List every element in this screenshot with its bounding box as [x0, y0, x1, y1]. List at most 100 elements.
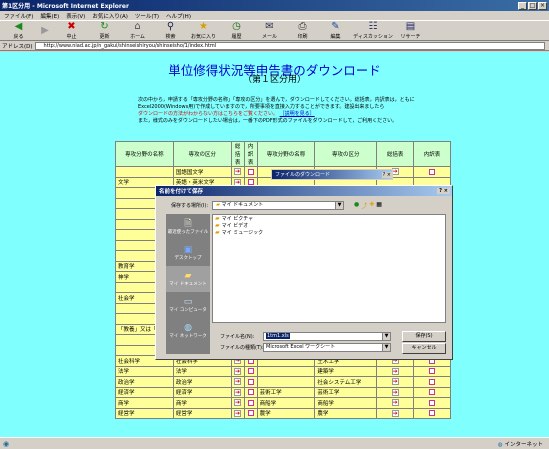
new-folder-icon[interactable]: ✚ [369, 201, 374, 210]
list-item[interactable]: ▰ マイ ビデオ [213, 222, 445, 229]
mail-button[interactable]: ✉ メール [254, 21, 285, 40]
menu-file[interactable]: ファイル(F) [4, 12, 33, 20]
place-my-network[interactable]: ◍ マイ ネットワーク [166, 318, 210, 344]
download-dialog-controls[interactable]: ? × [381, 171, 392, 178]
download-summary-icon[interactable]: ➔ [234, 388, 242, 396]
save-button[interactable]: 保存(S) [402, 331, 446, 342]
download-detail-icon[interactable] [247, 410, 254, 416]
forward-button[interactable]: ▶ [36, 25, 54, 37]
chevron-down-icon[interactable]: ▼ [382, 333, 390, 340]
print-button[interactable]: ⎙ 印刷 [287, 21, 318, 40]
download-detail-icon[interactable] [429, 399, 436, 406]
download-detail-icon[interactable] [429, 378, 436, 385]
filetype-select[interactable]: Microsoft Excel ワークシート ▼ [263, 343, 391, 352]
place-my-computer[interactable]: ▭ マイ コンピュータ [166, 292, 210, 318]
download-summary-icon[interactable]: ➔ [391, 409, 399, 417]
download-detail-icon[interactable] [429, 410, 436, 416]
maximize-button[interactable]: □ [528, 1, 537, 10]
home-button[interactable]: ⌂ ホーム [122, 21, 153, 40]
download-summary-icon[interactable]: ➔ [391, 399, 399, 407]
filetype-label: ファイルの種類(T): [220, 345, 264, 351]
zone-status: ◍ インターネット [497, 441, 543, 448]
folder-icon: ▰ [215, 215, 220, 222]
menu-bar: ファイル(F) 編集(E) 表示(V) お気に入り(A) ツール(T) ヘルプ(… [0, 11, 549, 20]
intro-text: 次の中から，申請する「専攻分野の名称」「専攻の区分」を選んで，ダウンロードしてく… [138, 97, 438, 125]
cancel-button[interactable]: キャンセル [402, 343, 446, 354]
desktop-icon: ▣ [183, 245, 193, 255]
menu-favorites[interactable]: お気に入り(A) [92, 12, 128, 20]
download-summary-icon[interactable]: ➔ [234, 378, 242, 386]
view-menu-icon[interactable]: ▦ [376, 201, 382, 210]
save-dialog-close[interactable]: ? × [437, 188, 450, 194]
edit-button[interactable]: ✎ 編集 [320, 21, 351, 40]
table-cell [243, 166, 258, 178]
table-cell [115, 166, 174, 178]
download-detail-icon[interactable] [247, 378, 254, 385]
place-desktop[interactable]: ▣ デスクトップ [166, 240, 210, 266]
intro-line-1: 次の中から，申請する「専攻分野の名称」「専攻の区分」を選んで，ダウンロードしてく… [138, 97, 415, 103]
history-button[interactable]: ◷ 履歴 [221, 21, 252, 40]
table-cell: 経済学 [115, 386, 174, 398]
folder-icon: ▰ [215, 222, 220, 229]
menu-edit[interactable]: 編集(E) [40, 12, 59, 20]
file-list[interactable]: ▰ マイ ピクチャ ▰ マイ ビデオ ▰ マイ ミュージック [212, 214, 446, 323]
address-input[interactable]: http://www.niad.ac.jp/n_gakui/shinseishi… [34, 41, 545, 50]
search-button[interactable]: ⚲ 検索 [155, 21, 186, 40]
location-select[interactable]: ▰ マイ ドキュメント ▼ [212, 201, 345, 210]
favorites-button[interactable]: ★ お気に入り [188, 21, 219, 40]
download-summary-icon[interactable]: ➔ [234, 367, 242, 375]
table-cell: 商船学 [256, 397, 316, 409]
menu-tools[interactable]: ツール(T) [135, 12, 159, 20]
download-summary-icon[interactable]: ➔ [391, 367, 399, 375]
download-summary-icon[interactable]: ➔ [234, 409, 242, 417]
download-detail-icon[interactable] [247, 399, 254, 406]
table-cell: 政治学 [172, 376, 232, 388]
download-summary-icon[interactable]: ➔ [234, 399, 242, 407]
col-header: 専攻分野の名称 [256, 141, 316, 167]
col-header: 専攻分野の名称 [115, 141, 174, 167]
research-button[interactable]: ▤ リサーチ [395, 21, 426, 40]
back-folder-icon[interactable]: ● [354, 201, 359, 210]
table-row: 法学 法学 ➔ 建築学 ➔ [115, 365, 451, 377]
stop-button[interactable]: ✖ 中止 [56, 21, 87, 40]
filename-input[interactable]: 1tm1.xls ▼ [263, 332, 391, 341]
minimize-button[interactable]: _ [518, 1, 527, 10]
table-cell: 経済学 [172, 386, 232, 398]
table-cell [243, 407, 258, 419]
location-label: 保存する場所(I): [171, 203, 209, 209]
up-folder-icon[interactable]: ⤴ [361, 201, 367, 210]
table-row: 政治学 政治学 ➔ 社会システム工学 ➔ [115, 376, 451, 388]
download-detail-icon[interactable] [247, 368, 254, 374]
download-detail-icon[interactable] [247, 389, 254, 395]
table-cell [413, 386, 451, 398]
download-summary-icon[interactable]: ➔ [391, 388, 399, 396]
table-cell: 農学 [256, 407, 316, 419]
refresh-button[interactable]: ↻ 更新 [89, 21, 120, 40]
place-my-documents[interactable]: ▰ マイ ドキュメント [166, 266, 210, 292]
list-item[interactable]: ▰ マイ ピクチャ [213, 215, 445, 222]
window-titlebar: 第1区分用 - Microsoft Internet Explorer _ □ … [0, 0, 549, 11]
download-detail-icon[interactable] [429, 368, 436, 374]
browser-toolbar: ◀ 戻る ▶ ✖ 中止 ↻ 更新 ⌂ ホーム ⚲ 検索 ★ お気に入り ◷ 履歴 ✉ メール ⎙… [0, 20, 549, 41]
table-cell [243, 365, 258, 377]
list-item[interactable]: ▰ マイ ミュージック [213, 229, 445, 236]
download-summary-icon[interactable]: ➔ [234, 168, 242, 176]
stop-icon: ✖ [67, 21, 76, 32]
menu-help[interactable]: ヘルプ(H) [166, 12, 191, 20]
col-header: 専攻の区分 [172, 141, 232, 167]
explanation-link[interactable]: ［説明を見る］ [280, 111, 315, 117]
menu-view[interactable]: 表示(V) [66, 12, 85, 20]
download-detail-icon[interactable] [429, 168, 436, 175]
folder-icon: ▰ [215, 229, 220, 236]
download-summary-icon[interactable]: ➔ [391, 378, 399, 386]
close-button[interactable]: × [538, 1, 547, 10]
table-cell [413, 166, 451, 178]
chevron-down-icon[interactable]: ▼ [382, 344, 390, 351]
chevron-down-icon[interactable]: ▼ [335, 202, 344, 209]
place-recent[interactable]: 🗎 最近使ったファイル [166, 214, 210, 240]
discussion-button[interactable]: ☷ ディスカッション [353, 21, 393, 40]
download-detail-icon[interactable] [429, 389, 436, 395]
back-button[interactable]: ◀ 戻る [3, 21, 34, 40]
status-bar: ◉ ◍ インターネット [0, 437, 549, 449]
download-detail-icon[interactable] [247, 168, 254, 175]
